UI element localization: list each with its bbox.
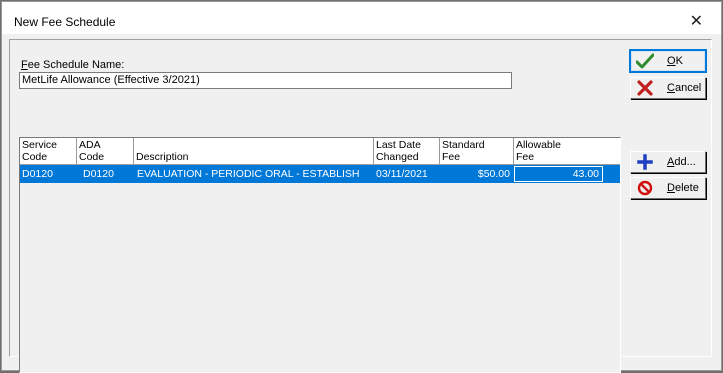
table-row[interactable]: D0120 D0120 EVALUATION - PERIODIC ORAL -…	[20, 165, 620, 183]
add-button[interactable]: Add...	[630, 151, 706, 173]
fee-schedule-name-label: Fee Schedule Name:	[21, 59, 125, 71]
title-bar: New Fee Schedule ✕	[2, 2, 721, 34]
close-icon[interactable]: ✕	[690, 13, 703, 29]
window-title: New Fee Schedule	[14, 15, 116, 29]
column-header-ada-code[interactable]: ADA Code	[77, 138, 134, 165]
blue-plus-icon	[637, 154, 653, 170]
delete-button[interactable]: Delete	[630, 177, 706, 199]
add-button-label: Add...	[667, 156, 696, 168]
no-symbol-icon	[637, 180, 653, 196]
column-header-standard-fee[interactable]: Standard Fee	[440, 138, 514, 165]
delete-button-label: Delete	[667, 182, 699, 194]
new-fee-schedule-dialog: New Fee Schedule ✕ Fee Schedule Name: Me…	[1, 1, 722, 373]
cell-description: EVALUATION - PERIODIC ORAL - ESTABLISH	[137, 168, 360, 180]
cell-service-code: D0120	[22, 168, 53, 180]
cell-standard-fee: $50.00	[477, 168, 510, 180]
dialog-body: Fee Schedule Name: MetLife Allowance (Ef…	[2, 34, 721, 373]
fee-grid[interactable]: Service Code ADA Code Description Last Dat…	[19, 137, 621, 373]
red-x-icon	[637, 80, 653, 96]
cancel-button-label: Cancel	[667, 82, 702, 94]
fee-schedule-name-input[interactable]: MetLife Allowance (Effective 3/2021)	[19, 72, 512, 89]
grid-header: Service Code ADA Code Description Last Dat…	[20, 138, 620, 165]
cell-ada-code: D0120	[83, 168, 114, 180]
column-header-service-code[interactable]: Service Code	[20, 138, 77, 165]
column-header-description[interactable]: Description	[134, 138, 374, 165]
allowable-fee-input[interactable]: 43.00	[514, 166, 603, 182]
cancel-button[interactable]: Cancel	[630, 77, 706, 99]
cell-last-date-changed: 03/11/2021	[376, 168, 428, 180]
ok-button-label: OK	[667, 55, 683, 67]
column-header-last-date-changed[interactable]: Last Date Changed	[374, 138, 440, 165]
column-header-allowable-fee[interactable]: Allowable Fee	[514, 138, 620, 165]
checkmark-icon	[636, 53, 654, 69]
ok-button[interactable]: OK	[629, 49, 707, 73]
